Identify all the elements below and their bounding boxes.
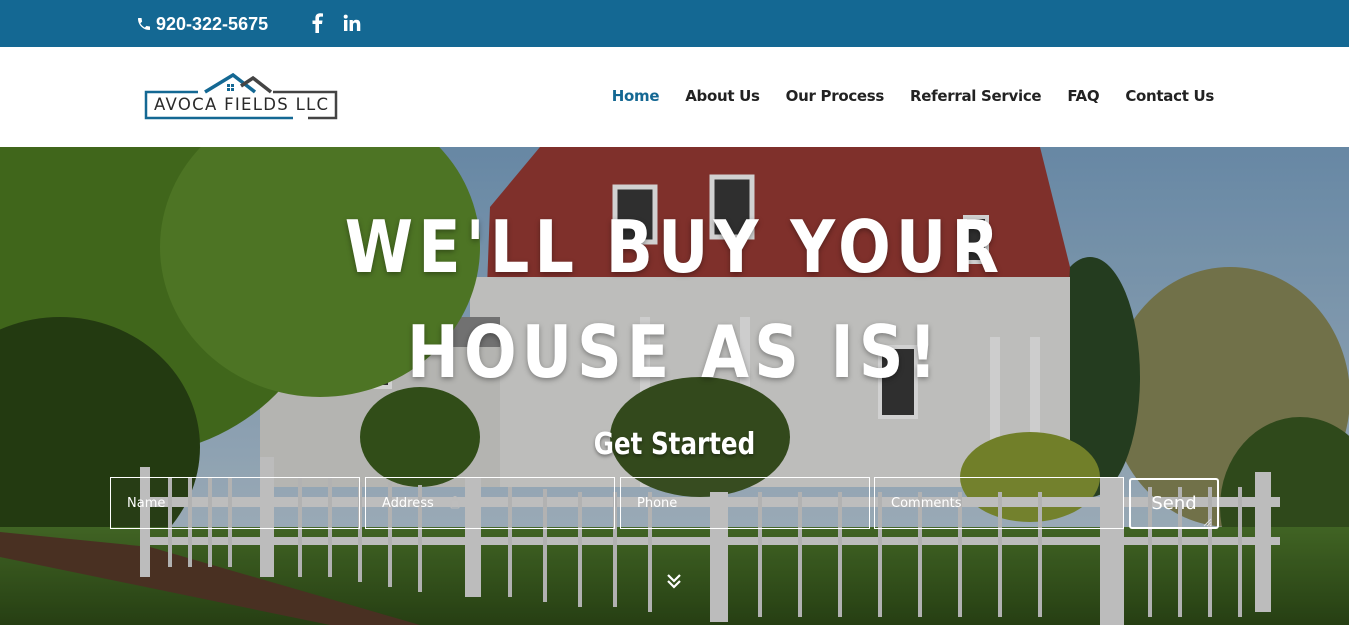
headline-line-1: WE'LL BUY YOUR	[344, 205, 1005, 289]
linkedin-icon[interactable]	[343, 12, 361, 34]
main-nav: Home About Us Our Process Referral Servi…	[612, 87, 1215, 105]
nav-referral-service[interactable]: Referral Service	[910, 87, 1042, 105]
name-input[interactable]	[110, 477, 360, 529]
send-button[interactable]: Send	[1129, 478, 1219, 529]
facebook-icon[interactable]	[311, 12, 323, 34]
comments-textarea[interactable]	[874, 477, 1124, 529]
headline-line-2: HOUSE AS IS!	[406, 310, 943, 394]
address-input[interactable]	[365, 477, 615, 529]
get-started-heading: Get Started	[593, 427, 756, 462]
phone-number[interactable]: 920-322-5675	[136, 13, 268, 35]
hero-headline: WE'LL BUY YOUR HOUSE AS IS!	[94, 195, 1254, 405]
phone-icon	[138, 18, 150, 30]
phone-text: 920-322-5675	[156, 13, 269, 34]
phone-input[interactable]	[620, 477, 870, 529]
logo-text[interactable]: AVOCA FIELDS LLC	[154, 95, 329, 114]
hero-section: WE'LL BUY YOUR HOUSE AS IS! Get Started …	[0, 147, 1349, 625]
site-header: AVOCA FIELDS LLC Home About Us Our Proce…	[0, 47, 1349, 147]
nav-faq[interactable]: FAQ	[1067, 87, 1099, 105]
top-bar: 920-322-5675	[0, 0, 1349, 47]
nav-contact-us[interactable]: Contact Us	[1125, 87, 1214, 105]
double-chevron-down-icon[interactable]	[665, 572, 683, 590]
nav-our-process[interactable]: Our Process	[786, 87, 885, 105]
nav-about-us[interactable]: About Us	[685, 87, 760, 105]
nav-home[interactable]: Home	[612, 87, 660, 105]
